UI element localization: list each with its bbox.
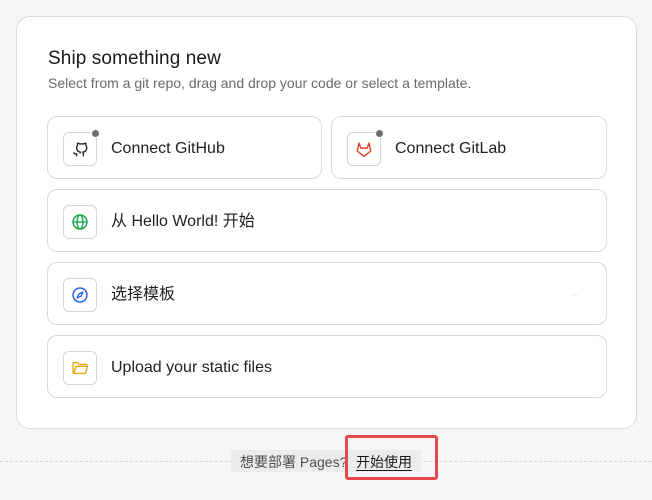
folder-icon [72, 361, 89, 375]
hello-world-button[interactable]: 从 Hello World! 开始 [47, 189, 607, 252]
get-started-link[interactable]: 开始使用 [356, 452, 412, 472]
compass-icon-box [63, 278, 97, 312]
compass-icon [72, 287, 88, 303]
connect-gitlab-button[interactable]: Connect GitLab [331, 116, 607, 179]
gitlab-icon [356, 142, 372, 158]
globe-icon-box [63, 205, 97, 239]
gitlab-icon-box [347, 129, 384, 166]
hello-world-label: 从 Hello World! 开始 [111, 213, 255, 230]
github-icon-box [63, 129, 100, 166]
github-icon [72, 142, 88, 157]
page-subtitle: Select from a git repo, drag and drop yo… [48, 75, 472, 91]
arrow-right-icon: → [567, 285, 580, 300]
upload-static-files-button[interactable]: Upload your static files [47, 335, 607, 398]
page-title: Ship something new [48, 48, 221, 69]
folder-icon-box [63, 351, 97, 385]
status-dot [91, 129, 100, 138]
select-template-button[interactable]: 选择模板 → [47, 262, 607, 325]
select-template-label: 选择模板 [111, 286, 176, 303]
globe-icon [72, 214, 88, 230]
connect-github-label: Connect GitHub [111, 140, 225, 157]
status-dot [375, 129, 384, 138]
footer-text: 想要部署 Pages? [240, 454, 348, 470]
ship-card: Ship something new Select from a git rep… [16, 16, 637, 429]
upload-static-files-label: Upload your static files [111, 359, 272, 376]
connect-gitlab-label: Connect GitLab [395, 140, 507, 157]
connect-github-button[interactable]: Connect GitHub [47, 116, 322, 179]
